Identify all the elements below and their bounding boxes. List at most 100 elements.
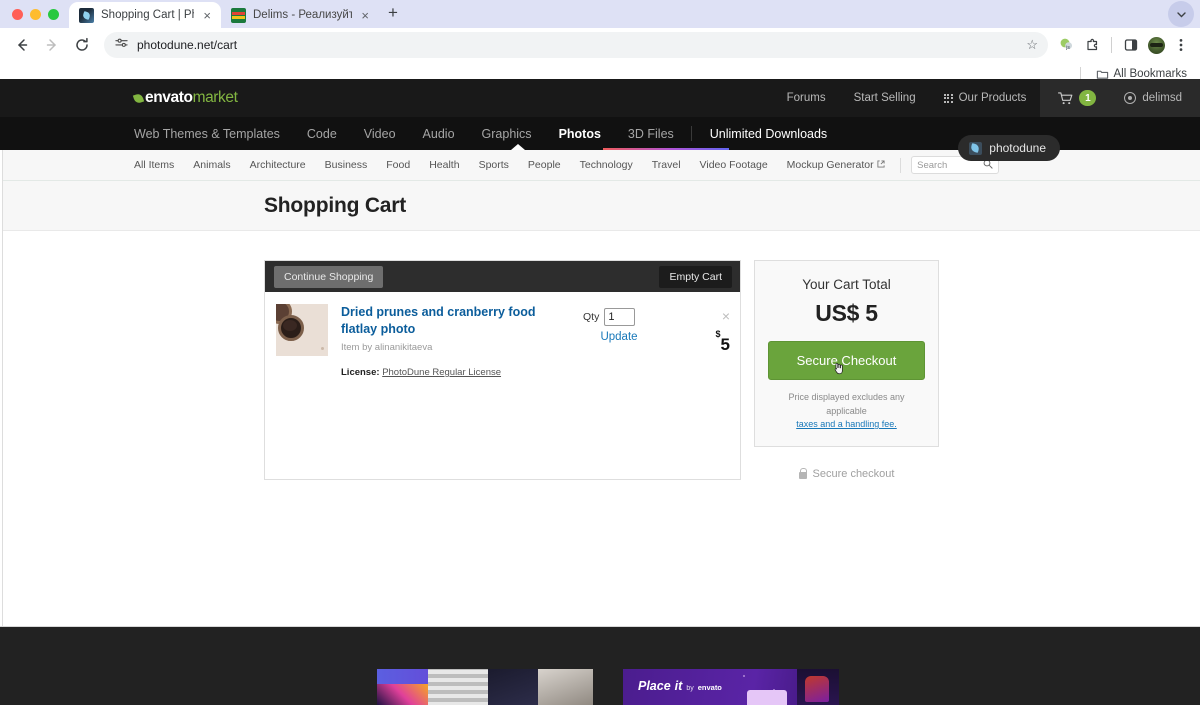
subnav-architecture[interactable]: Architecture (240, 159, 315, 171)
back-button[interactable] (8, 31, 36, 59)
subnav-mockup-generator[interactable]: Mockup Generator (777, 159, 894, 171)
subnav-all-items[interactable]: All Items (134, 159, 184, 171)
quantity-label: Qty (583, 311, 600, 323)
username-label: delimsd (1142, 92, 1182, 104)
page-viewport: envato market Forums Start Selling Our P… (0, 79, 1200, 705)
photodune-site-badge[interactable]: photodune (958, 135, 1060, 161)
user-menu-button[interactable]: delimsd (1110, 79, 1196, 117)
extensions-puzzle-icon[interactable] (1081, 34, 1103, 56)
site-settings-icon[interactable] (115, 37, 128, 53)
page-left-edge (0, 79, 3, 705)
close-tab-button[interactable]: × (359, 9, 371, 22)
nav-forums[interactable]: Forums (773, 79, 840, 117)
envato-elements-banner[interactable] (377, 669, 593, 705)
bookmark-star-icon[interactable]: ☆ (1026, 37, 1038, 53)
photodune-badge-label: photodune (989, 141, 1046, 155)
subnav-sports[interactable]: Sports (469, 159, 518, 171)
placeit-brand-main: Place (638, 679, 671, 693)
chevron-down-icon[interactable] (1168, 1, 1194, 27)
remove-item-button[interactable]: × (722, 309, 730, 323)
new-tab-button[interactable]: + (379, 3, 407, 26)
item-title-link[interactable]: Dried prunes and cranberry food flatlay … (341, 304, 570, 337)
subnav-technology[interactable]: Technology (570, 159, 642, 171)
js-extension-icon[interactable]: js (1056, 34, 1078, 56)
price-value: 5 (720, 335, 730, 354)
subnav-health[interactable]: Health (420, 159, 469, 171)
catnav-audio[interactable]: Audio (409, 117, 468, 150)
side-panel-glyph (1124, 39, 1138, 51)
window-controls[interactable] (8, 0, 69, 28)
user-circle-icon (1124, 92, 1137, 104)
secure-checkout-button[interactable]: Secure Checkout (768, 341, 925, 380)
cart-summary-column: Your Cart Total US$ 5 Secure Checkout Pr… (754, 260, 939, 480)
cart-toolbar: Continue Shopping Empty Cart (265, 261, 740, 292)
page-title-bar: Shopping Cart (0, 181, 1200, 231)
chrome-menu-icon[interactable] (1170, 34, 1192, 56)
item-thumbnail[interactable] (276, 304, 328, 356)
license-link[interactable]: PhotoDune Regular License (382, 367, 501, 378)
subnav-business[interactable]: Business (315, 159, 377, 171)
tab-delims[interactable]: Delims - Реализуйте свою ф × (221, 2, 379, 28)
forward-arrow-icon (46, 39, 56, 51)
empty-cart-button[interactable]: Empty Cart (659, 265, 732, 288)
cart-button[interactable]: 1 (1044, 79, 1110, 117)
banner-figure-art (797, 669, 839, 705)
catnav-graphics[interactable]: Graphics (468, 117, 545, 150)
side-panel-icon[interactable] (1120, 34, 1142, 56)
nav-our-products-label: Our Products (958, 92, 1027, 104)
profile-avatar[interactable] (1145, 34, 1167, 56)
quantity-input[interactable] (604, 308, 636, 326)
banner-collage-grid (428, 669, 488, 705)
catnav-video[interactable]: Video (350, 117, 409, 150)
browser-toolbar: photodune.net/cart ☆ js (0, 28, 1200, 62)
subnav-food[interactable]: Food (377, 159, 420, 171)
catnav-3d-files[interactable]: 3D Files (614, 117, 687, 150)
subnav-people[interactable]: People (518, 159, 570, 171)
envato-market-logo[interactable]: envato market (132, 89, 238, 107)
banner-sparkle-1 (743, 675, 745, 677)
nav-our-products[interactable]: Our Products (930, 79, 1041, 117)
price-currency: $ (715, 329, 721, 340)
catnav-code[interactable]: Code (293, 117, 350, 150)
url-text: photodune.net/cart (137, 38, 238, 52)
forward-button[interactable] (38, 31, 66, 59)
tab-shopping-cart[interactable]: Shopping Cart | PhotoDune × (69, 2, 221, 28)
apps-grid-icon (943, 93, 953, 103)
cart-total-label: Your Cart Total (802, 277, 891, 292)
placeit-banner[interactable]: Place it by envato (623, 669, 839, 705)
subnav-video-footage[interactable]: Video Footage (690, 159, 777, 171)
back-arrow-icon (18, 39, 28, 51)
placeit-brand-by: by (686, 685, 694, 692)
nav-start-selling[interactable]: Start Selling (840, 79, 930, 117)
category-nav: Web Themes & Templates Code Video Audio … (0, 117, 1200, 161)
close-window-button[interactable] (12, 8, 23, 20)
tab-strip: Shopping Cart | PhotoDune × Delims - Реа… (0, 0, 1200, 28)
license-label: License: (341, 367, 380, 378)
taxes-fee-link[interactable]: taxes and a handling fee. (796, 419, 897, 429)
header-nav: Forums Start Selling Our Products 1 deli… (773, 79, 1200, 117)
tune-glyph (115, 38, 128, 47)
banner-device-chip (747, 690, 787, 705)
quantity-line: Qty (583, 308, 671, 326)
minimize-window-button[interactable] (30, 8, 41, 20)
reload-button[interactable] (68, 31, 96, 59)
maximize-window-button[interactable] (48, 8, 59, 20)
subnav-travel[interactable]: Travel (642, 159, 690, 171)
update-quantity-link[interactable]: Update (583, 331, 655, 343)
external-link-glyph (877, 160, 885, 168)
catnav-photos[interactable]: Photos (545, 117, 614, 150)
reload-icon (76, 37, 88, 51)
active-tab-caret (511, 144, 525, 150)
catnav-web-themes[interactable]: Web Themes & Templates (134, 117, 293, 150)
leaf-icon (132, 92, 145, 104)
photodune-favicon (79, 7, 94, 23)
secure-checkout-note-label: Secure checkout (812, 467, 895, 480)
banner-neon-art (377, 684, 428, 705)
catnav-unlimited-downloads[interactable]: Unlimited Downloads (696, 117, 840, 150)
address-bar[interactable]: photodune.net/cart ☆ (104, 32, 1048, 58)
subnav-animals[interactable]: Animals (184, 159, 240, 171)
placeit-brand-envato: envato (697, 683, 722, 692)
close-tab-button[interactable]: × (201, 9, 213, 22)
browser-window: Shopping Cart | PhotoDune × Delims - Реа… (0, 0, 1200, 705)
continue-shopping-button[interactable]: Continue Shopping (274, 265, 384, 288)
